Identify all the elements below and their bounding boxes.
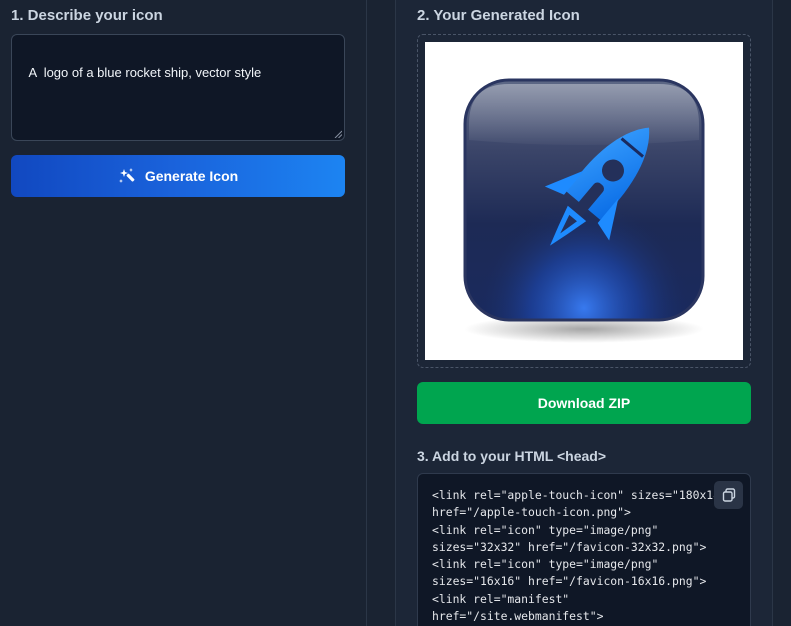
code-line: sizes="32x32" href="/favicon-32x32.png"> [432,539,707,554]
generate-icon-label: Generate Icon [144,168,239,184]
code-line: href="/apple-touch-icon.png"> [432,505,631,520]
left-panel-divider [366,0,367,626]
code-line: <link rel="manifest" [432,591,570,606]
generate-icon-button[interactable]: Generate Icon [11,155,345,197]
code-snippet-box: <link rel="apple-touch-icon" sizes="180x… [417,473,751,626]
html-head-heading: 3. Add to your HTML <head> [417,448,607,464]
describe-heading: 1. Describe your icon [11,7,163,24]
code-line: <link rel="icon" type="image/png" [432,557,659,572]
generated-icon-image [425,42,743,360]
prompt-text: A logo of a blue rocket ship, vector sty… [28,65,262,80]
download-zip-button[interactable]: Download ZIP [417,382,751,424]
rocket-app-icon [463,78,705,343]
code-line: href="/site.webmanifest"> [432,609,604,624]
prompt-textarea[interactable]: A logo of a blue rocket ship, vector sty… [11,34,345,141]
sparkle-wand-icon [118,168,135,183]
download-zip-label: Download ZIP [537,395,631,411]
code-line: <link rel="icon" type="image/png" [432,522,659,537]
generated-icon-heading: 2. Your Generated Icon [417,7,580,24]
code-line: <link rel="apple-touch-icon" sizes="180x… [432,488,734,502]
resize-grip-icon[interactable] [334,130,342,138]
copy-code-button[interactable] [714,481,743,509]
code-line: sizes="16x16" href="/favicon-16x16.png"> [432,574,707,589]
copy-icon [722,488,735,502]
